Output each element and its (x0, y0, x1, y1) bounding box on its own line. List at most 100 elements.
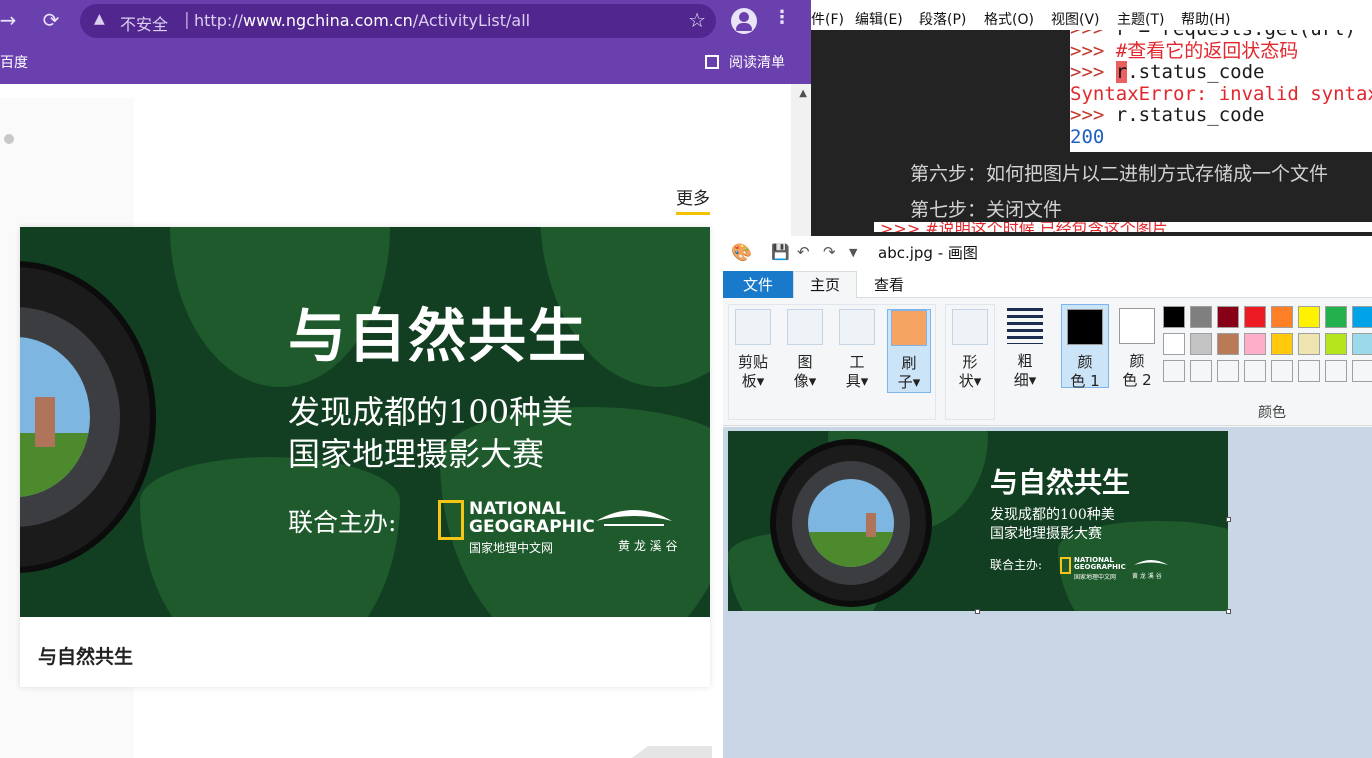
undo-icon[interactable]: ↶ (797, 243, 810, 261)
palette-color-swatch[interactable] (1190, 360, 1212, 382)
forward-icon[interactable]: → (0, 6, 22, 34)
resize-handle-bottom[interactable] (975, 609, 980, 614)
insecure-label[interactable]: 不安全 (120, 11, 168, 35)
palette-color-swatch[interactable] (1271, 360, 1293, 382)
ng-cn: 国家地理中文网 (469, 541, 554, 555)
resize-handle-right[interactable] (1226, 517, 1231, 522)
palette-color-swatch[interactable] (1298, 360, 1320, 382)
reload-icon[interactable]: ⟳ (37, 6, 65, 34)
image-button[interactable]: 图像▾ (783, 309, 827, 391)
bookmark-baidu[interactable]: 百度 (0, 52, 28, 72)
menu-file[interactable]: 件(F) (811, 9, 844, 29)
reading-list-icon (705, 55, 719, 69)
tools-label: 工 (849, 353, 865, 371)
code-prompt: >>> (1070, 30, 1116, 40)
tab-file[interactable]: 文件 (723, 271, 793, 299)
customize-qa-icon[interactable]: ▼ (849, 246, 857, 259)
palette-color-swatch[interactable] (1244, 333, 1266, 355)
canvas-huanglong-text: 黄 龙 溪 谷 (1132, 573, 1162, 580)
paint-titlebar: 🎨 💾 ↶ ↷ ▼ abc.jpg - 画图 (723, 236, 1372, 268)
menu-view[interactable]: 视图(V) (1051, 9, 1100, 29)
warning-icon[interactable]: ▲ (94, 11, 105, 27)
color2-label: 颜 (1129, 352, 1145, 370)
palette-color-swatch[interactable] (1352, 360, 1372, 382)
palette-color-swatch[interactable] (1352, 306, 1372, 328)
palette-color-swatch[interactable] (1271, 333, 1293, 355)
save-icon[interactable]: 💾 (771, 243, 790, 261)
color2-button[interactable]: 颜色 2 (1113, 304, 1161, 389)
palette-color-swatch[interactable] (1325, 360, 1347, 382)
paint-canvas-image[interactable]: 与自然共生 发现成都的100种美 国家地理摄影大赛 联合主办: NATIONAL… (728, 431, 1228, 611)
activity-banner-image[interactable]: 与自然共生 发现成都的100种美 国家地理摄影大赛 联合主办: NATIONAL… (20, 227, 710, 617)
editor-menubar: 件(F) 编辑(E) 段落(P) 格式(O) 视图(V) 主题(T) 帮助(H) (811, 0, 1372, 30)
card-title[interactable]: 与自然共生 (38, 642, 133, 669)
code-prompt: >>> (1070, 61, 1116, 83)
resize-handle-corner[interactable] (1226, 609, 1231, 614)
palette-color-swatch[interactable] (1217, 306, 1239, 328)
palette-color-swatch[interactable] (1271, 306, 1293, 328)
shapes-icon (952, 309, 988, 345)
tools-icon (839, 309, 875, 345)
canvas-ng-logo-icon (1060, 557, 1071, 574)
code-prompt: >>> (1070, 104, 1116, 126)
palette-color-swatch[interactable] (1190, 333, 1212, 355)
tab-view[interactable]: 查看 (857, 271, 921, 299)
color1-button[interactable]: 颜色 1 (1061, 304, 1109, 390)
tab-home[interactable]: 主页 (793, 271, 857, 299)
menu-theme[interactable]: 主题(T) (1117, 9, 1164, 29)
palette-color-swatch[interactable] (1325, 306, 1347, 328)
palette-color-swatch[interactable] (1352, 333, 1372, 355)
color-palette (1163, 306, 1372, 390)
color1-label-2: 色 1 (1070, 372, 1100, 390)
menu-edit[interactable]: 编辑(E) (855, 9, 903, 29)
palette-color-swatch[interactable] (1163, 360, 1185, 382)
canvas-main-title: 与自然共生 (990, 466, 1131, 499)
palette-color-swatch[interactable] (1244, 360, 1266, 382)
address-bar[interactable]: ▲ 不安全 | http://www.ngchina.com.cn/Activi… (80, 4, 716, 38)
color1-label: 颜 (1077, 353, 1093, 371)
python-editor-window: 件(F) 编辑(E) 段落(P) 格式(O) 视图(V) 主题(T) 帮助(H)… (811, 0, 1372, 240)
palette-color-swatch[interactable] (1217, 333, 1239, 355)
ng-logo-icon (438, 500, 464, 540)
url-text[interactable]: http://www.ngchina.com.cn/ActivityList/a… (194, 11, 530, 30)
star-icon[interactable]: ☆ (688, 8, 706, 32)
code-output: 200 (1070, 125, 1105, 148)
code-area[interactable]: >>> r = requests.get(url) >>> #查看它的返回状态码… (1070, 30, 1372, 152)
size-button[interactable]: 粗细▾ (1003, 308, 1047, 390)
palette-color-swatch[interactable] (1298, 306, 1320, 328)
select-icon (787, 309, 823, 345)
image-label: 图 (797, 353, 813, 371)
color2-label-2: 色 2 (1122, 371, 1152, 389)
paint-title: abc.jpg - 画图 (878, 244, 978, 262)
palette-color-swatch[interactable] (1325, 333, 1347, 355)
code-line: r.status_code (1115, 104, 1265, 126)
profile-icon[interactable] (731, 8, 757, 34)
palette-color-swatch[interactable] (1217, 360, 1239, 382)
scroll-up-icon[interactable]: ▲ (799, 88, 807, 99)
palette-color-swatch[interactable] (1163, 333, 1185, 355)
clipboard-button[interactable]: 剪贴 板▾ (731, 309, 775, 391)
carousel-dot[interactable] (4, 134, 14, 144)
brushes-button[interactable]: 刷子▾ (887, 309, 931, 393)
tools-button[interactable]: 工具▾ (835, 309, 879, 391)
palette-color-swatch[interactable] (1190, 306, 1212, 328)
canvas-ng-cn: 国家地理中文网 (1074, 574, 1117, 581)
canvas-ng-line2: GEOGRAPHIC (1074, 563, 1126, 571)
menu-paragraph[interactable]: 段落(P) (919, 9, 966, 29)
banner-cohost-label: 联合主办: (288, 508, 397, 537)
reading-list-button[interactable]: 阅读清单 (705, 52, 785, 72)
palette-color-swatch[interactable] (1244, 306, 1266, 328)
ribbon-tabs: 文件 主页 查看 (723, 268, 1372, 299)
shapes-button[interactable]: 形状▾ (948, 309, 992, 391)
menu-format[interactable]: 格式(O) (984, 9, 1034, 29)
more-link[interactable]: 更多 (676, 184, 710, 215)
palette-color-swatch[interactable] (1298, 333, 1320, 355)
palette-color-swatch[interactable] (1163, 306, 1185, 328)
activity-card[interactable]: 与自然共生 发现成都的100种美 国家地理摄影大赛 联合主办: NATIONAL… (20, 227, 710, 687)
paint-canvas-area[interactable]: 与自然共生 发现成都的100种美 国家地理摄影大赛 联合主办: NATIONAL… (723, 427, 1372, 758)
text-cursor: r (1115, 61, 1128, 83)
menu-help[interactable]: 帮助(H) (1181, 9, 1230, 29)
menu-icon[interactable]: ⋮ (773, 7, 791, 28)
redo-icon[interactable]: ↷ (823, 243, 836, 261)
paint-app-icon[interactable]: 🎨 (731, 243, 752, 263)
